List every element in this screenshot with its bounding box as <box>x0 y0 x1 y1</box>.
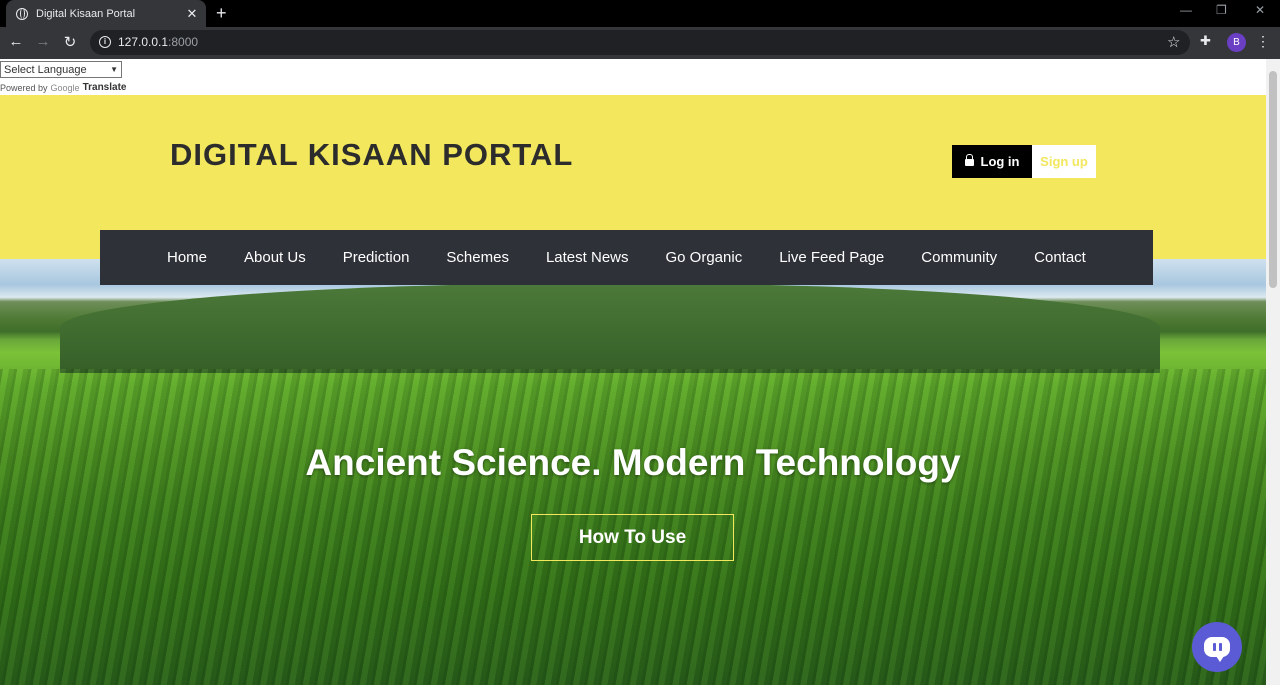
site-title: DIGITAL KISAAN PORTAL <box>170 137 574 172</box>
nav-item-go-organic[interactable]: Go Organic <box>666 249 743 266</box>
browser-tabbar: Digital Kisaan Portal ✕ + — ❐ ✕ <box>0 0 1280 27</box>
forward-button[interactable]: → <box>33 33 53 50</box>
browser-toolbar: ← → ↻ i 127.0.0.1:8000 ☆ ✚ B ⋮ <box>0 27 1280 59</box>
hero-title: Ancient Science. Modern Technology <box>305 442 961 483</box>
browser-tab[interactable]: Digital Kisaan Portal ✕ <box>6 0 206 27</box>
restore-button[interactable]: ❐ <box>1216 3 1227 17</box>
browser-menu-icon[interactable]: ⋮ <box>1256 33 1270 50</box>
google-translate-credit: Powered by Google Translate <box>0 82 126 93</box>
nav-item-latest-news[interactable]: Latest News <box>546 249 629 266</box>
new-tab-button[interactable]: + <box>216 3 227 23</box>
reload-button[interactable]: ↻ <box>60 33 80 51</box>
url-host: 127.0.0.1 <box>118 35 169 49</box>
minimize-button[interactable]: — <box>1180 3 1192 17</box>
nav-item-live-feed-page[interactable]: Live Feed Page <box>779 249 884 266</box>
nav-item-contact[interactable]: Contact <box>1034 249 1086 266</box>
tab-title: Digital Kisaan Portal <box>36 7 136 20</box>
chevron-down-icon: ▼ <box>110 65 118 74</box>
avatar[interactable]: B <box>1227 33 1246 52</box>
powered-by-text: Powered by <box>0 82 48 93</box>
google-logo: Google <box>50 82 80 93</box>
login-label: Log in <box>980 154 1020 169</box>
nav-item-home[interactable]: Home <box>167 249 207 266</box>
close-window-button[interactable]: ✕ <box>1255 3 1265 17</box>
info-icon[interactable]: i <box>99 36 111 48</box>
url-text: 127.0.0.1:8000 <box>118 35 198 49</box>
hero-hill-graphic <box>60 283 1160 373</box>
scrollbar-thumb[interactable] <box>1269 71 1277 288</box>
translate-link[interactable]: Translate <box>83 82 127 93</box>
nav-item-about-us[interactable]: About Us <box>244 249 306 266</box>
how-to-use-button[interactable]: How To Use <box>531 514 734 561</box>
star-icon[interactable]: ☆ <box>1167 33 1180 51</box>
back-button[interactable]: ← <box>6 33 26 50</box>
login-button[interactable]: Log in <box>952 145 1032 178</box>
nav-item-prediction[interactable]: Prediction <box>343 249 410 266</box>
hero-section: Ancient Science. Modern Technology How T… <box>0 259 1266 685</box>
extensions-icon[interactable]: ✚ <box>1200 33 1211 49</box>
nav-item-schemes[interactable]: Schemes <box>446 249 509 266</box>
tab-close-icon[interactable]: ✕ <box>182 6 202 22</box>
signup-button[interactable]: Sign up <box>1032 145 1096 178</box>
language-select-value: Select Language <box>4 63 87 76</box>
lock-icon <box>964 154 974 166</box>
language-select[interactable]: Select Language ▼ <box>0 61 122 78</box>
address-bar[interactable]: i 127.0.0.1:8000 ☆ <box>90 30 1190 55</box>
page-viewport: Select Language ▼ Powered by Google Tran… <box>0 59 1280 685</box>
page-scrollbar[interactable] <box>1266 59 1280 685</box>
main-nav: Home About Us Prediction Schemes Latest … <box>100 230 1153 285</box>
chat-icon <box>1204 637 1230 662</box>
globe-icon <box>16 7 28 20</box>
chat-button[interactable] <box>1192 622 1242 672</box>
url-port: :8000 <box>168 35 199 49</box>
nav-item-community[interactable]: Community <box>921 249 997 266</box>
